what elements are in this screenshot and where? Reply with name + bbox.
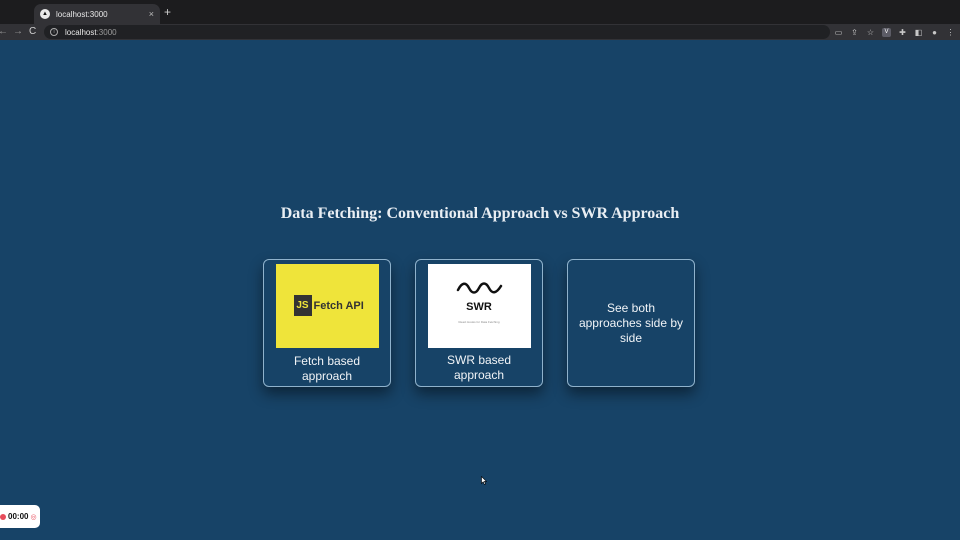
info-icon[interactable]: i xyxy=(50,28,58,36)
tab-close-icon[interactable]: × xyxy=(149,9,154,19)
fetch-card-label: Fetch based approach xyxy=(293,354,361,383)
star-icon[interactable]: ☆ xyxy=(866,28,875,37)
record-icon xyxy=(0,513,6,520)
js-badge: JS xyxy=(293,295,312,316)
reload-button[interactable]: C xyxy=(29,25,36,39)
swr-card-label: SWR based approach xyxy=(446,353,512,382)
sidebar-icon[interactable]: ◧ xyxy=(914,28,923,37)
side-by-side-card-label: See both approaches side by side xyxy=(578,301,684,345)
toolbar-icons: ▭ ⇪ ☆ V ✚ ◧ ● ⋮ xyxy=(834,26,955,38)
fetch-api-logo: JS Fetch API xyxy=(275,264,379,348)
address-bar[interactable]: i localhost :3000 xyxy=(44,25,830,39)
side-by-side-card[interactable]: See both approaches side by side xyxy=(567,259,695,387)
menu-icon[interactable]: ⋮ xyxy=(946,28,955,37)
forward-button[interactable]: → xyxy=(13,25,23,39)
browser-toolbar: ← → C i localhost :3000 ▭ ⇪ ☆ V ✚ ◧ ● ⋮ xyxy=(0,24,960,40)
swr-logo-subtext: React Hooks for Data Fetching xyxy=(458,320,500,324)
tab-title: localhost:3000 xyxy=(56,9,108,19)
puzzle-icon[interactable]: ✚ xyxy=(898,28,907,37)
share-icon[interactable]: ⇪ xyxy=(850,28,859,37)
swr-logo-text: SWR xyxy=(466,301,492,313)
recorder-time: 00:00 xyxy=(8,512,29,521)
swr-approach-card[interactable]: SWR React Hooks for Data Fetching SWR ba… xyxy=(415,259,543,387)
swr-logo: SWR React Hooks for Data Fetching xyxy=(427,264,531,348)
screen-recorder-widget[interactable]: 00:00 ◎ xyxy=(0,505,40,528)
url-port: :3000 xyxy=(96,27,117,37)
browser-tab[interactable]: ▲ localhost:3000 × xyxy=(34,4,160,24)
extension-v-icon[interactable]: V xyxy=(882,27,891,37)
pointer-cursor-icon xyxy=(481,476,487,485)
swr-wave-icon xyxy=(456,282,502,294)
cast-icon[interactable]: ▭ xyxy=(834,28,843,37)
camera-icon[interactable]: ◎ xyxy=(30,513,36,521)
tab-strip: ▲ localhost:3000 × + xyxy=(0,0,960,24)
tab-favicon-icon: ▲ xyxy=(40,9,50,19)
profile-icon[interactable]: ● xyxy=(930,28,939,37)
url-host: localhost xyxy=(65,27,97,37)
fetch-api-logo-text: Fetch API xyxy=(313,300,364,312)
page-title: Data Fetching: Conventional Approach vs … xyxy=(280,205,680,222)
back-button[interactable]: ← xyxy=(0,25,8,39)
fetch-approach-card[interactable]: JS Fetch API Fetch based approach xyxy=(263,259,391,387)
new-tab-button[interactable]: + xyxy=(164,5,171,19)
